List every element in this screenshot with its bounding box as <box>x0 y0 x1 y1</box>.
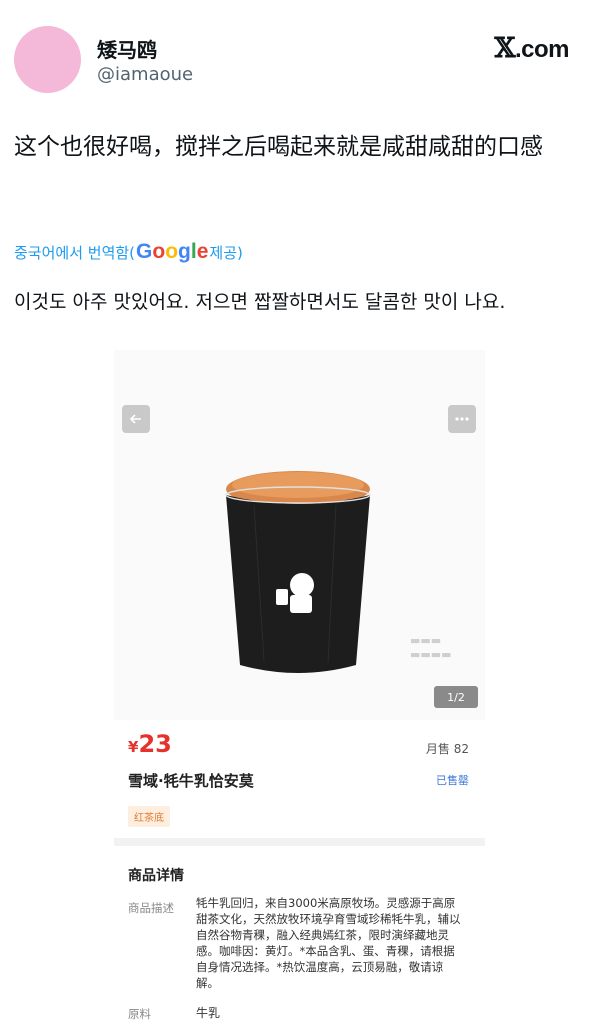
tea-base-tag: 红茶底 <box>128 806 170 827</box>
translate-suffix: 제공) <box>209 243 243 262</box>
more-options-icon[interactable] <box>448 405 476 433</box>
price: ¥23 <box>128 730 172 758</box>
back-arrow-icon[interactable] <box>122 405 150 433</box>
translate-prefix: 중국어에서 번역함( <box>14 243 136 262</box>
google-logo: Google <box>136 240 209 263</box>
description-text: 牦牛乳回归，来自3000米高原牧场。灵感源于高原甜茶文化，天然放牧环境孕育雪域珍… <box>196 896 461 990</box>
x-logo: 𝕏.com <box>494 33 570 64</box>
user-handle[interactable]: @iamaoue <box>97 64 193 85</box>
details-title: 商品详情 <box>128 868 184 884</box>
x-logo-text: .com <box>514 36 570 63</box>
drink-cup-image <box>225 471 371 673</box>
image-pager: 1/2 <box>434 686 478 708</box>
ingredients-value: 牛乳 <box>196 1006 221 1020</box>
product-screenshot[interactable]: ▬▬▬ ▬▬▬▬ 1/2 ¥23 月售 82 雪域·牦牛乳恰安莫 已售罄 红茶底 … <box>114 350 485 1024</box>
section-divider <box>114 838 485 846</box>
monthly-sales: 月售 82 <box>425 742 469 756</box>
description-label: 商品描述 <box>128 901 174 915</box>
avatar[interactable] <box>14 26 81 93</box>
display-name[interactable]: 矮马鸥 <box>97 34 157 63</box>
x-icon: 𝕏 <box>494 33 516 64</box>
product-name: 雪域·牦牛乳恰安莫 <box>128 772 254 790</box>
image-watermark: ▬▬▬ ▬▬▬▬ <box>410 634 452 661</box>
tweet-text: 这个也很好喝，搅拌之后喝起来就是咸甜咸甜的口感 <box>14 134 543 160</box>
sold-out-status: 已售罄 <box>436 774 469 787</box>
translated-text: 이것도 아주 맛있어요. 저으면 짭짤하면서도 달콤한 맛이 나요. <box>14 291 506 313</box>
translation-attribution[interactable]: 중국어에서 번역함( Google 제공) <box>14 240 243 264</box>
ingredients-label: 原料 <box>128 1007 151 1021</box>
